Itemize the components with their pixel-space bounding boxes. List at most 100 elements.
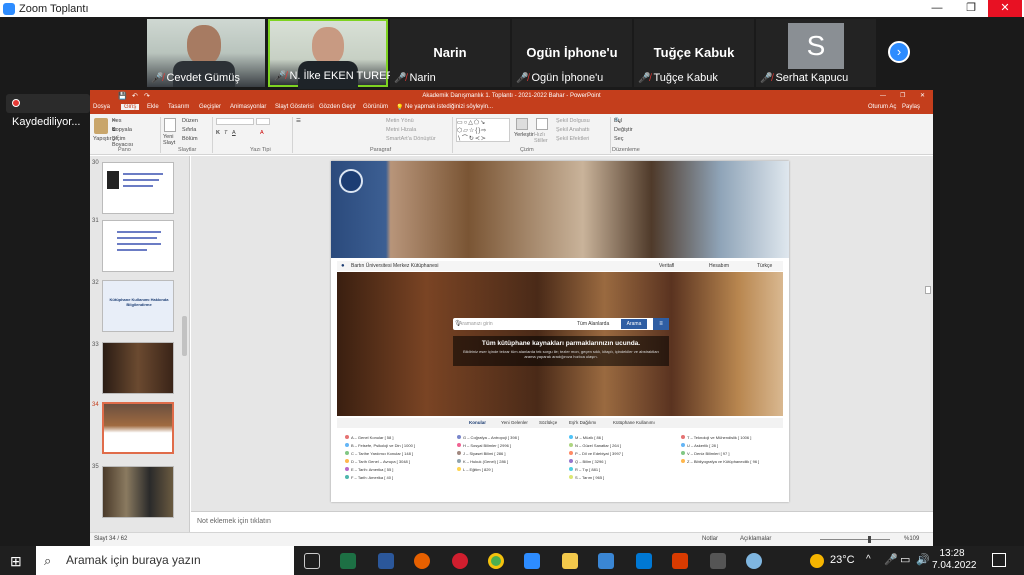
category-item[interactable]: G – Coğrafya – Antropoji [ 398 ] xyxy=(457,435,519,440)
align-text-button[interactable]: Metni Hizala xyxy=(386,127,416,133)
shapes-gallery[interactable]: ▭○△⬠↘ ⬡▱☆{}⇨ ∖⌒↻≺≻ xyxy=(456,118,510,142)
slide-thumbnail[interactable]: Kütüphane Kullanımı Hakkında Bilgilendir… xyxy=(102,280,174,332)
bold-icon[interactable]: K xyxy=(216,130,220,136)
chrome-icon[interactable] xyxy=(488,553,504,569)
participant-tile[interactable]: S 🎤̸ Serhat Kapucu xyxy=(756,19,876,87)
font-color-icon[interactable]: A xyxy=(260,130,264,136)
library-search-input[interactable]: Aramanızı girin xyxy=(459,321,493,327)
select-button[interactable]: Seç xyxy=(614,136,623,142)
shape-outline-button[interactable]: Şekil Anahattı xyxy=(556,127,590,133)
tab-design[interactable]: Tasarım xyxy=(168,104,189,110)
zoom-slider-thumb[interactable] xyxy=(868,536,871,543)
category-item[interactable]: T – Teknoloji ve Mühendislik [ 1006 ] xyxy=(681,435,751,440)
file-explorer-icon[interactable] xyxy=(562,553,578,569)
microphone-tray-icon[interactable]: 🎤 xyxy=(884,553,898,566)
excel-icon[interactable] xyxy=(340,553,356,569)
weather-sun-icon[interactable] xyxy=(810,554,824,568)
minimize-icon[interactable]: — xyxy=(920,0,954,17)
shape-fill-button[interactable]: Şekil Dolgusu xyxy=(556,118,590,124)
zoom-slider[interactable] xyxy=(820,539,890,540)
taskbar-clock[interactable]: 13:28 7.04.2022 xyxy=(932,548,977,572)
slide-thumbnail[interactable] xyxy=(102,162,174,214)
top-link[interactable]: Veritafl xyxy=(659,261,674,271)
firefox-icon[interactable] xyxy=(414,553,430,569)
slide-thumbnail-selected[interactable] xyxy=(102,402,174,454)
search-scope-select[interactable]: Tüm Alanlarda xyxy=(577,321,609,327)
paste-label[interactable]: Yapıştır xyxy=(93,136,112,142)
new-slide-label[interactable]: Yeni Slayt xyxy=(163,134,179,146)
library-tab[interactable]: Eşi'k Dağılımı xyxy=(569,418,596,428)
italic-icon[interactable]: T xyxy=(224,130,227,136)
new-slide-icon[interactable] xyxy=(164,118,176,132)
next-page-chevron-icon[interactable]: › xyxy=(888,41,910,63)
quick-styles-button[interactable]: Hızlı Stiller xyxy=(534,132,552,144)
opera-icon[interactable] xyxy=(452,553,468,569)
ppt-restore-icon[interactable]: ❐ xyxy=(900,90,905,103)
library-search-box[interactable]: 🎙 Aramanızı girin Tüm Alanlarda Arama ≡ xyxy=(453,318,669,330)
participant-tile[interactable]: 🎤̸ Cevdet Gümüş xyxy=(147,19,265,87)
participant-tile[interactable]: Tuğçe Kabuk 🎤̸ Tuğçe Kabuk xyxy=(634,19,754,87)
tell-me-box[interactable]: Ne yapmak istediğinizi söyleyin... xyxy=(405,104,493,110)
section-button[interactable]: Bölüm xyxy=(182,136,198,142)
tray-chevron-icon[interactable]: ^ xyxy=(866,554,871,565)
category-item[interactable]: L – Eğitim [ 829 ] xyxy=(457,467,493,472)
close-icon[interactable]: ✕ xyxy=(988,0,1022,17)
tab-home[interactable]: Giriş xyxy=(121,104,140,110)
category-item[interactable]: S – Tarım [ 965 ] xyxy=(569,475,604,480)
tab-file[interactable]: Dosya xyxy=(93,104,110,110)
category-item[interactable]: C – Tarihe Yardımcı Konular [ 148 ] xyxy=(345,451,413,456)
volume-icon[interactable]: 🔊 xyxy=(916,553,930,566)
category-item[interactable]: B – Felsefe, Psikoloji ve Din [ 1000 ] xyxy=(345,443,415,448)
sign-in-link[interactable]: Oturum Aç xyxy=(868,104,896,110)
replace-button[interactable]: Değiştir xyxy=(614,127,633,133)
network-icon[interactable]: ▭ xyxy=(900,553,910,566)
participant-tile[interactable]: Ogün İphone'u 🎤̸ Ogün İphone'u xyxy=(512,19,632,87)
text-direction-button[interactable]: Metin Yönü xyxy=(386,118,414,124)
library-tab[interactable]: Kütüphane Kullanımı xyxy=(613,418,655,428)
smartart-button[interactable]: SmartArt'a Dönüştür xyxy=(386,136,436,142)
notes-button[interactable]: Notlar xyxy=(702,536,718,542)
quick-styles-icon[interactable] xyxy=(536,118,548,130)
slide-thumbnail[interactable] xyxy=(102,466,174,518)
category-item[interactable]: A – Genel Konular [ 58 ] xyxy=(345,435,393,440)
notifications-icon[interactable] xyxy=(992,553,1006,567)
font-name-box[interactable] xyxy=(216,118,254,125)
library-tab[interactable]: Konular xyxy=(469,418,486,428)
library-home-icon[interactable]: ● xyxy=(341,261,345,271)
category-item[interactable]: H – Sosyal Bilimler [ 2996 ] xyxy=(457,443,511,448)
library-search-button[interactable]: Arama xyxy=(621,319,647,329)
tab-view[interactable]: Görünüm xyxy=(363,104,388,110)
comments-button[interactable]: Açıklamalar xyxy=(740,536,771,542)
category-item[interactable]: N – Güzel Sanatlar [ 264 ] xyxy=(569,443,621,448)
recording-indicator[interactable]: Kaydediliyor... xyxy=(6,94,90,128)
category-item[interactable]: Z – Bibliyografya ve Kütüphanecilik [ 96… xyxy=(681,459,759,464)
notes-pane[interactable]: Not eklemek için tıklatın xyxy=(191,511,933,532)
category-item[interactable]: J – Siyaset Bilimi [ 286 ] xyxy=(457,451,505,456)
tab-transitions[interactable]: Geçişler xyxy=(199,104,221,110)
zoom-icon[interactable] xyxy=(524,553,540,569)
library-tab[interactable]: Yeni Gelenler xyxy=(501,418,528,428)
font-size-box[interactable] xyxy=(256,118,270,125)
participant-tile[interactable]: Narin 🎤̸ Narin xyxy=(390,19,510,87)
store-icon[interactable] xyxy=(598,553,614,569)
top-link[interactable]: Hesabım xyxy=(709,261,729,271)
category-item[interactable]: R – Tıp [ 881 ] xyxy=(569,467,600,472)
task-view-icon[interactable] xyxy=(304,553,320,569)
category-item[interactable]: V – Deniz Bilimleri [ 97 ] xyxy=(681,451,729,456)
calculator-icon[interactable] xyxy=(710,553,726,569)
share-button[interactable]: Paylaş xyxy=(902,104,920,110)
editor-scroll-handle[interactable] xyxy=(925,286,931,294)
participant-tile-active[interactable]: 🎤̸ N. İlke EKEN TURER xyxy=(268,19,394,89)
arrange-icon[interactable] xyxy=(516,118,528,130)
language-select[interactable]: Türkçe xyxy=(757,261,772,271)
category-item[interactable]: K – Hukuk (Genel) [ 286 ] xyxy=(457,459,508,464)
arrange-button[interactable]: Yerleştir xyxy=(514,132,534,138)
word-icon[interactable] xyxy=(378,553,394,569)
layout-button[interactable]: Düzen xyxy=(182,118,198,124)
taskbar-search-box[interactable]: ⌕ Aramak için buraya yazın xyxy=(36,546,294,575)
slide-thumbnail[interactable] xyxy=(102,342,174,394)
ppt-minimize-icon[interactable]: — xyxy=(880,90,886,103)
office-icon[interactable] xyxy=(672,553,688,569)
maximize-icon[interactable]: ❐ xyxy=(954,0,988,17)
thumb-scrollbar[interactable] xyxy=(182,316,187,356)
